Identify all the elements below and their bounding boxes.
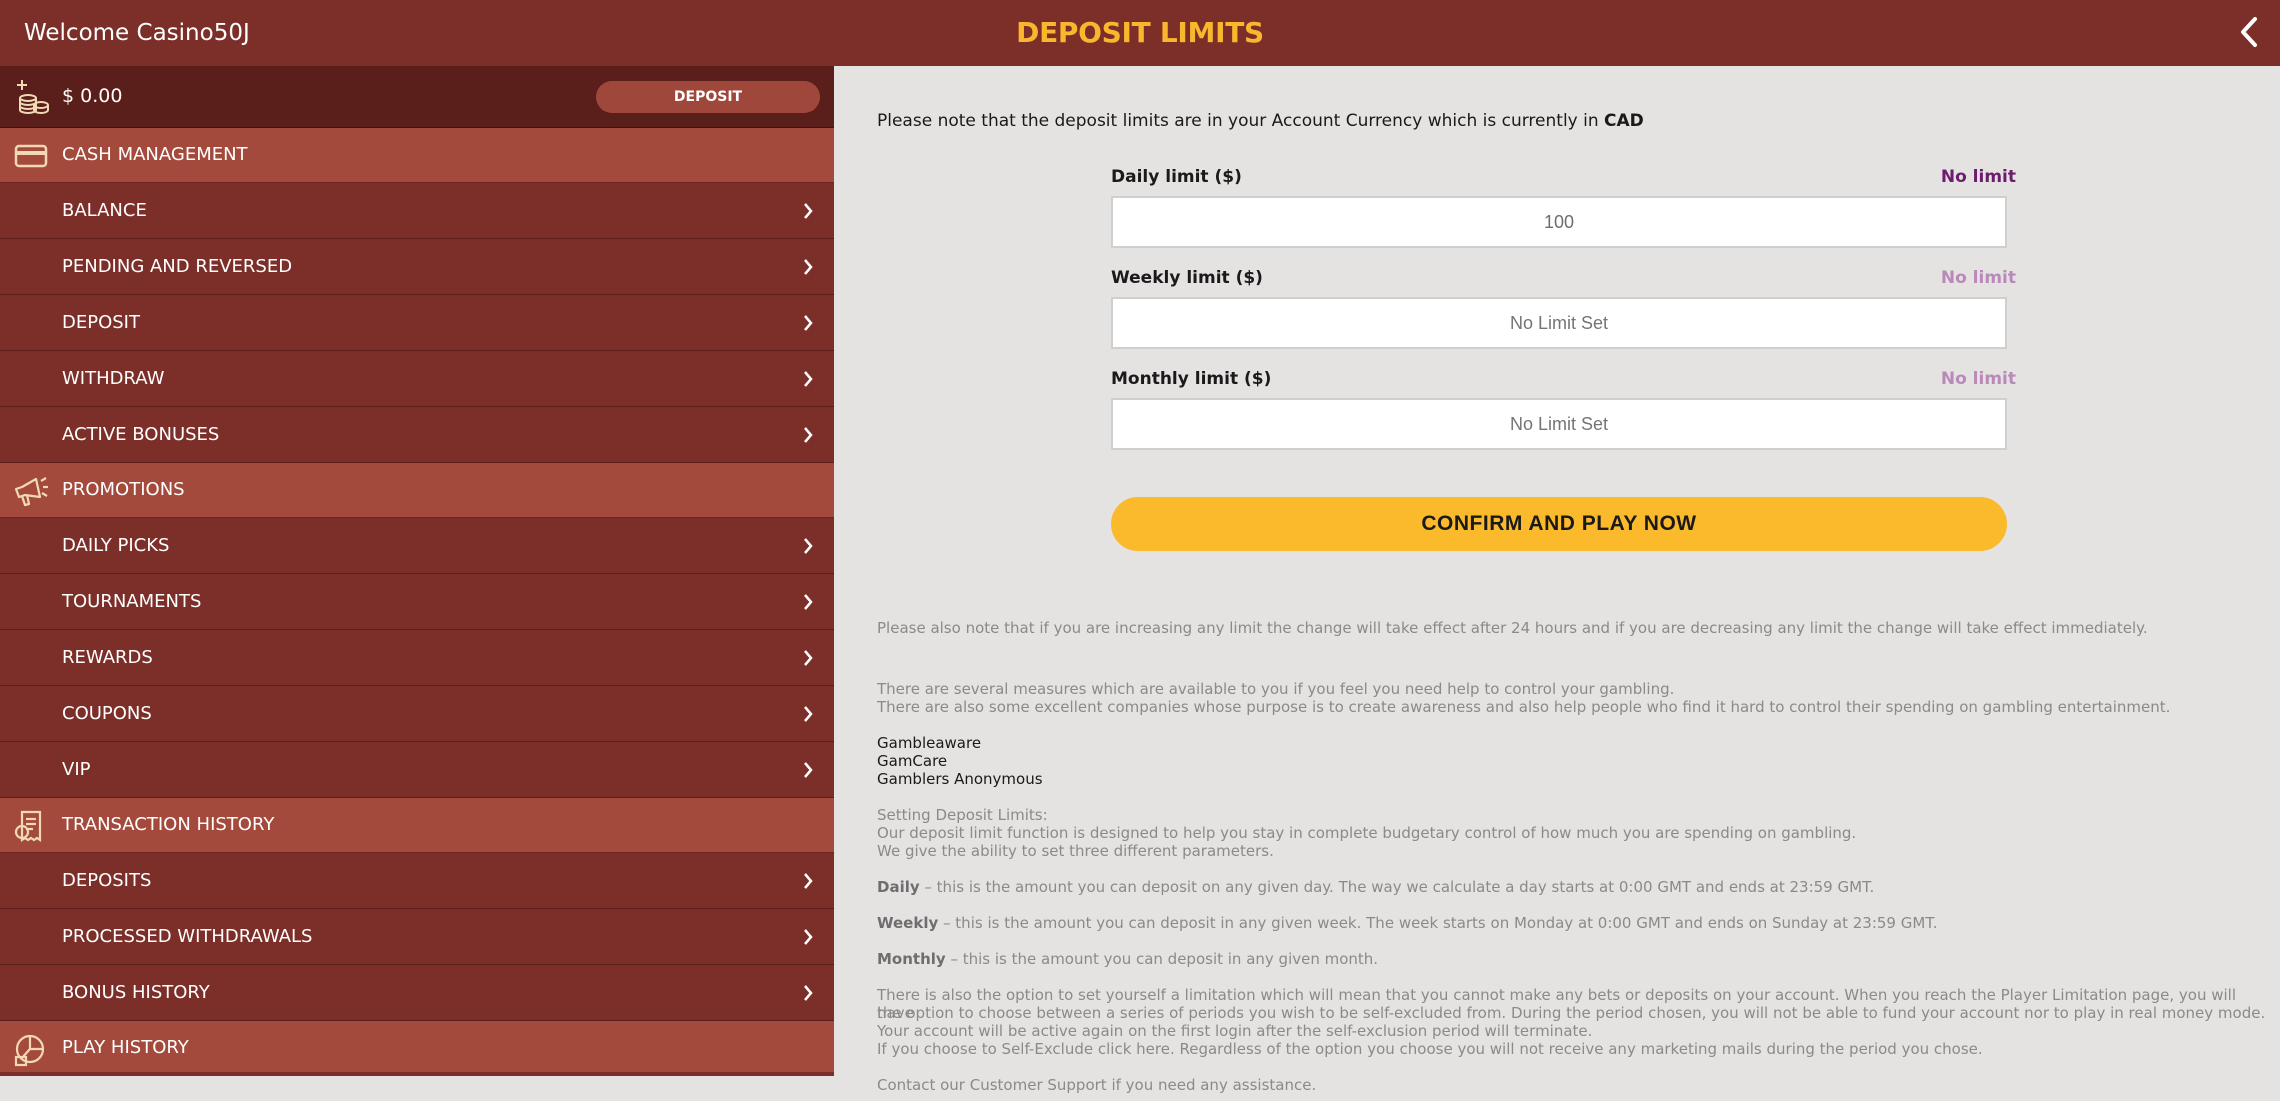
sidebar-item-rewards[interactable]: REWARDS — [0, 630, 834, 686]
sidebar-item-label: DAILY PICKS — [62, 535, 170, 556]
sidebar-item-label: VIP — [62, 759, 91, 780]
chart-icon — [14, 1034, 45, 1067]
section-promotions[interactable]: PROMOTIONS — [0, 463, 834, 518]
weekly-limit-input[interactable] — [1111, 297, 2007, 349]
sidebar-item-coupons[interactable]: COUPONS — [0, 686, 834, 742]
org-gambleaware[interactable]: Gambleaware — [877, 734, 2277, 752]
sidebar-item-label: PROCESSED WITHDRAWALS — [62, 926, 313, 947]
chevron-right-icon — [804, 315, 813, 331]
chevron-right-icon — [804, 929, 813, 945]
section-label: TRANSACTION HISTORY — [62, 814, 275, 835]
setting-line-1: Our deposit limit function is designed t… — [877, 824, 1857, 842]
sidebar-item-label: REWARDS — [62, 647, 153, 668]
sidebar-item-label: DEPOSIT — [62, 312, 140, 333]
coins-icon — [17, 80, 49, 114]
currency-note: Please note that the deposit limits are … — [877, 108, 1644, 134]
section-label: PLAY HISTORY — [62, 1037, 189, 1058]
chevron-right-icon — [804, 538, 813, 554]
measures-line-1: There are several measures which are ava… — [877, 680, 1675, 698]
sidebar-item-label: WITHDRAW — [62, 368, 165, 389]
balance-bar: $ 0.00 DEPOSIT — [0, 66, 834, 128]
sidebar-item-active-bonuses[interactable]: ACTIVE BONUSES — [0, 407, 834, 463]
exclusion-line-4[interactable]: If you choose to Self-Exclude click here… — [877, 1040, 2277, 1058]
sidebar-item-label: TOURNAMENTS — [62, 591, 202, 612]
chevron-right-icon — [804, 873, 813, 889]
receipt-icon — [14, 810, 42, 843]
section-label: CASH MANAGEMENT — [62, 144, 248, 165]
chevron-right-icon — [804, 706, 813, 722]
sidebar-item-vip[interactable]: VIP — [0, 742, 834, 798]
daily-text: – this is the amount you can deposit on … — [919, 878, 1875, 896]
daily-explanation: Daily – this is the amount you can depos… — [877, 878, 2277, 896]
setting-title: Setting Deposit Limits: — [877, 806, 1048, 824]
sidebar-item-deposits[interactable]: DEPOSITS — [0, 853, 834, 909]
sidebar-item-label: DEPOSITS — [62, 870, 152, 891]
weekly-limit-label: Weekly limit ($) — [1111, 268, 1263, 288]
daily-limit-input[interactable] — [1111, 196, 2007, 248]
chevron-right-icon — [804, 427, 813, 443]
sidebar-item-balance[interactable]: BALANCE — [0, 183, 834, 239]
weekly-term: Weekly — [877, 914, 939, 932]
sidebar-item-label: COUPONS — [62, 703, 152, 724]
currency-code: CAD — [1604, 111, 1644, 131]
monthly-term: Monthly — [877, 950, 946, 968]
balance-amount: $ 0.00 — [62, 85, 123, 107]
sidebar-item-daily-picks[interactable]: DAILY PICKS — [0, 518, 834, 574]
main-content: Please note that the deposit limits are … — [834, 66, 2280, 1101]
exclusion-line-3: Your account will be active again on the… — [877, 1022, 1593, 1040]
measures-line-2: There are also some excellent companies … — [877, 698, 2171, 716]
sidebar-item-label: ACTIVE BONUSES — [62, 424, 220, 445]
sidebar-item-label: BONUS HISTORY — [62, 982, 210, 1003]
exclusion-line-2: the option to choose between a series of… — [877, 1004, 2266, 1022]
sidebar-item-label: PENDING AND REVERSED — [62, 256, 293, 277]
chevron-right-icon — [804, 203, 813, 219]
sidebar-item-deposit[interactable]: DEPOSIT — [0, 295, 834, 351]
monthly-limit-label: Monthly limit ($) — [1111, 369, 1272, 389]
section-play-history[interactable]: PLAY HISTORY — [0, 1021, 834, 1076]
sidebar-item-bonus-history[interactable]: BONUS HISTORY — [0, 965, 834, 1021]
top-header: Welcome Casino50J DEPOSIT LIMITS — [0, 0, 2280, 66]
monthly-explanation: Monthly – this is the amount you can dep… — [877, 950, 2277, 968]
org-gamblers-anonymous[interactable]: Gamblers Anonymous — [877, 770, 2277, 788]
chevron-right-icon — [804, 762, 813, 778]
chevron-right-icon — [804, 650, 813, 666]
sidebar-item-withdraw[interactable]: WITHDRAW — [0, 351, 834, 407]
chevron-right-icon — [804, 594, 813, 610]
page-title: DEPOSIT LIMITS — [1016, 16, 1264, 49]
megaphone-icon — [14, 477, 48, 507]
chevron-right-icon — [804, 985, 813, 1001]
sidebar: $ 0.00 DEPOSIT CASH MANAGEMENT BALANCE P… — [0, 66, 834, 1101]
monthly-text: – this is the amount you can deposit in … — [945, 950, 1379, 968]
support-note[interactable]: Contact our Customer Support if you need… — [877, 1076, 2277, 1094]
chevron-left-icon — [2241, 17, 2257, 47]
back-button[interactable] — [2234, 14, 2264, 50]
section-transaction-history[interactable]: TRANSACTION HISTORY — [0, 798, 834, 853]
section-label: PROMOTIONS — [62, 479, 185, 500]
section-cash-management[interactable]: CASH MANAGEMENT — [0, 128, 834, 183]
daily-term: Daily — [877, 878, 920, 896]
confirm-and-play-button[interactable]: CONFIRM AND PLAY NOW — [1111, 497, 2007, 551]
chevron-right-icon — [804, 371, 813, 387]
monthly-limit-input[interactable] — [1111, 398, 2007, 450]
weekly-text: – this is the amount you can deposit in … — [938, 914, 1938, 932]
sidebar-item-processed-withdrawals[interactable]: PROCESSED WITHDRAWALS — [0, 909, 834, 965]
chevron-right-icon — [804, 259, 813, 275]
weekly-explanation: Weekly – this is the amount you can depo… — [877, 914, 2277, 932]
daily-limit-status[interactable]: No limit — [1941, 165, 2016, 189]
change-note: Please also note that if you are increas… — [877, 619, 2148, 637]
daily-limit-label: Daily limit ($) — [1111, 167, 1242, 187]
org-gamcare[interactable]: GamCare — [877, 752, 2277, 770]
currency-note-text: Please note that the deposit limits are … — [877, 111, 1599, 131]
monthly-limit-status[interactable]: No limit — [1941, 367, 2016, 391]
card-icon — [14, 144, 48, 168]
sidebar-item-tournaments[interactable]: TOURNAMENTS — [0, 574, 834, 630]
sidebar-item-label: BALANCE — [62, 200, 147, 221]
setting-line-2: We give the ability to set three differe… — [877, 842, 1274, 860]
sidebar-item-pending-and-reversed[interactable]: PENDING AND REVERSED — [0, 239, 834, 295]
deposit-button[interactable]: DEPOSIT — [596, 81, 820, 113]
weekly-limit-status[interactable]: No limit — [1941, 266, 2016, 290]
